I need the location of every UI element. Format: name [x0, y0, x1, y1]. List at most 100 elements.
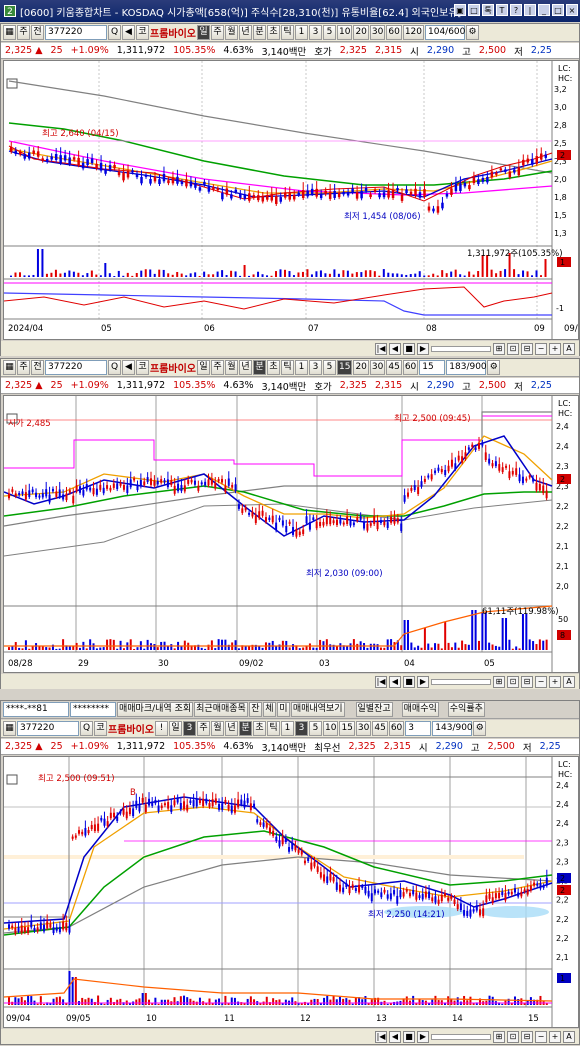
interval-3[interactable]: 3 [309, 360, 322, 375]
tool-icon-1[interactable]: ⊞ [493, 675, 505, 688]
window-control-restore[interactable]: ▣ [454, 4, 466, 16]
zoom-slider[interactable] [431, 345, 491, 352]
search-icon[interactable]: Q [108, 25, 121, 40]
interval-5[interactable]: 5 [323, 360, 336, 375]
window-control-minimize[interactable]: _ [538, 4, 550, 16]
window-control-text[interactable]: T [496, 4, 508, 16]
interval-60[interactable]: 60 [402, 360, 419, 375]
period-week[interactable]: 주 [211, 360, 224, 375]
interval-select[interactable]: 15 [419, 360, 446, 375]
return-button[interactable]: 수익률추 [447, 702, 485, 717]
grid-icon[interactable]: ▦ [3, 721, 16, 736]
stock-code-input[interactable]: 377220 [45, 360, 107, 375]
period-second[interactable]: 초 [267, 360, 280, 375]
scroll-next-icon[interactable]: ▶ [417, 342, 429, 355]
zoom-out-icon[interactable]: − [535, 1030, 547, 1043]
window-control-box[interactable]: □ [468, 4, 480, 16]
text-tool-icon[interactable]: A [563, 675, 575, 688]
interval-3[interactable]: 3 [309, 25, 322, 40]
zoom-out-icon[interactable]: − [535, 342, 547, 355]
scroll-prev-icon[interactable]: ◀ [389, 1030, 401, 1043]
stop-icon[interactable]: ■ [403, 675, 415, 688]
period-second[interactable]: 초 [253, 721, 266, 736]
alert-button[interactable]: ! [155, 721, 168, 736]
item-type-button[interactable]: 주 [17, 25, 30, 40]
zoom-slider[interactable] [431, 678, 491, 685]
period-tick[interactable]: 틱 [267, 721, 280, 736]
unfilled-button[interactable]: 미 [276, 702, 290, 717]
tool-icon-2[interactable]: ⊡ [507, 1030, 519, 1043]
item-type-button[interactable]: 주 [17, 360, 30, 375]
tool-icon-3[interactable]: ⊟ [521, 1030, 533, 1043]
stop-icon[interactable]: ■ [403, 342, 415, 355]
tool-icon-2[interactable]: ⊡ [507, 675, 519, 688]
scroll-first-icon[interactable]: |◀ [375, 342, 387, 355]
stock-code-input[interactable]: 377220 [17, 721, 79, 736]
period-year[interactable]: 년 [239, 360, 252, 375]
interval-10[interactable]: 10 [337, 25, 353, 40]
period-year[interactable]: 년 [239, 25, 252, 40]
speaker-icon[interactable]: ◀ [122, 25, 135, 40]
zoom-in-icon[interactable]: + [549, 342, 561, 355]
period-3[interactable]: 3 [183, 721, 196, 736]
interval-15[interactable]: 15 [339, 721, 355, 736]
minute15-chart-area[interactable]: 시가 2,485 최고 2,500 (09:45) 최저 2,030 (09:0… [3, 395, 579, 673]
zoom-out-icon[interactable]: − [535, 675, 547, 688]
period-month[interactable]: 월 [211, 721, 224, 736]
interval-15[interactable]: 15 [337, 360, 353, 375]
period-week[interactable]: 주 [197, 721, 210, 736]
settings-icon[interactable]: ⚙ [487, 360, 501, 375]
scroll-next-icon[interactable]: ▶ [417, 1030, 429, 1043]
interval-1[interactable]: 1 [295, 360, 308, 375]
interval-1[interactable]: 1 [295, 25, 308, 40]
recent-trades-button[interactable]: 최근매매종목 [194, 702, 248, 717]
period-day[interactable]: 일 [197, 25, 210, 40]
interval-5[interactable]: 5 [309, 721, 322, 736]
zoom-slider[interactable] [431, 1033, 491, 1040]
tool-icon-1[interactable]: ⊞ [493, 1030, 505, 1043]
interval-20[interactable]: 20 [353, 25, 369, 40]
count-input[interactable]: 104/600 [425, 25, 465, 40]
scroll-prev-icon[interactable]: ◀ [389, 675, 401, 688]
period-minute[interactable]: 분 [253, 360, 266, 375]
window-control-close[interactable]: × [566, 4, 578, 16]
period-minute[interactable]: 분 [253, 25, 266, 40]
text-tool-icon[interactable]: A [563, 1030, 575, 1043]
daily-chart-area[interactable]: 최고 2,640 (04/15) 최저 1,454 (08/06) 1,311,… [3, 60, 579, 340]
balance-button[interactable]: 잔 [248, 702, 262, 717]
interval-60[interactable]: 60 [386, 25, 402, 40]
period-month[interactable]: 월 [225, 25, 238, 40]
search-icon[interactable]: Q [80, 721, 93, 736]
period-day[interactable]: 일 [197, 360, 210, 375]
interval-10[interactable]: 10 [323, 721, 339, 736]
interval-20[interactable]: 20 [353, 360, 369, 375]
scroll-prev-icon[interactable]: ◀ [389, 342, 401, 355]
interval-30[interactable]: 30 [369, 25, 386, 40]
filled-button[interactable]: 체 [262, 702, 276, 717]
window-control-maximize[interactable]: □ [552, 4, 564, 16]
period-week[interactable]: 주 [211, 25, 224, 40]
scroll-first-icon[interactable]: |◀ [375, 675, 387, 688]
daily-balance-button[interactable]: 일별잔고 [355, 702, 393, 717]
settings-icon[interactable]: ⚙ [466, 25, 479, 40]
period-month[interactable]: 월 [225, 360, 238, 375]
password-input[interactable]: ******** [70, 702, 116, 717]
interval-30[interactable]: 30 [355, 721, 372, 736]
all-button[interactable]: 전 [31, 360, 44, 375]
interval-30[interactable]: 30 [369, 360, 386, 375]
stop-icon[interactable]: ■ [403, 1030, 415, 1043]
period-day[interactable]: 일 [169, 721, 182, 736]
interval-1[interactable]: 1 [281, 721, 294, 736]
interval-5[interactable]: 5 [323, 25, 336, 40]
grid-icon[interactable]: ▦ [3, 25, 16, 40]
minute3-chart-area[interactable]: 최고 2,500 (09:51) B 최저 2,250 (14:21) 2,4 2… [3, 756, 579, 1028]
window-control-chat[interactable]: 톡 [482, 4, 494, 16]
text-tool-icon[interactable]: A [563, 342, 575, 355]
interval-45[interactable]: 45 [386, 360, 402, 375]
count-input[interactable]: 183/900 [446, 360, 487, 375]
settings-icon[interactable]: ⚙ [473, 721, 487, 736]
count-input[interactable]: 143/900 [432, 721, 473, 736]
interval-select[interactable]: 3 [405, 721, 432, 736]
trade-history-button[interactable]: 매매내역보기 [290, 702, 345, 717]
window-control-help[interactable]: ? [510, 4, 522, 16]
